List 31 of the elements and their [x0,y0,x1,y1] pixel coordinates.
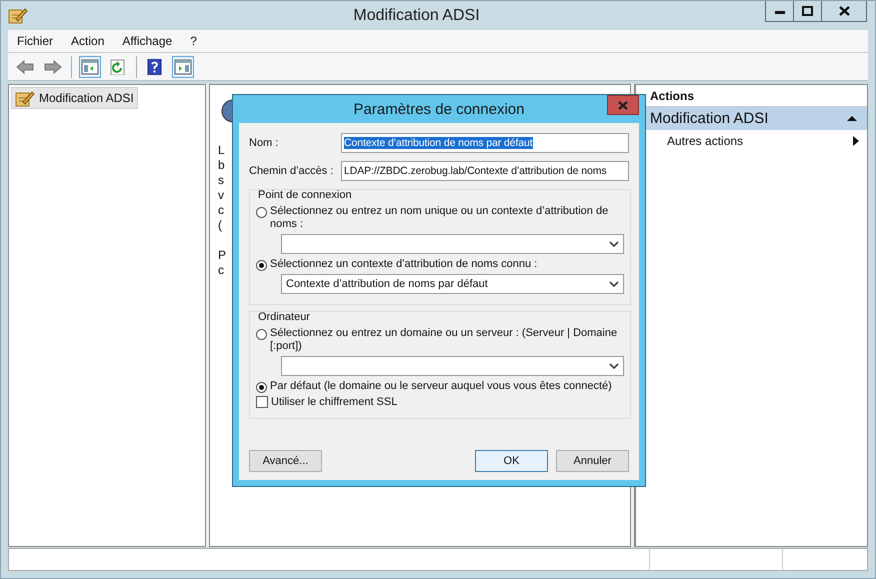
tree-item[interactable]: Modification ADSI [11,87,138,109]
field-label: Chemin d’accès : [249,165,334,177]
text-fragment: b [218,158,226,173]
group-title: Ordinateur [258,311,311,323]
dialog-title: Paramètres de connexion [352,100,526,118]
action-link[interactable]: Autres actions [636,130,867,152]
group-title: Point de connexion [258,189,353,201]
option-label: Sélectionnez un contexte d’attribution de noms connu : [270,258,538,271]
text-fragment: c [218,263,225,278]
text-fragment: ( [218,218,223,233]
text-fragment: s [218,173,225,188]
option-label: Sélectionnez ou entrez un nom unique ou un contexte d’attribution de noms : [270,205,610,231]
text-fragment: c [218,203,225,218]
text-field[interactable]: Contexte d’attribution de noms par défaut [341,133,629,153]
text-fragment: P [218,248,226,263]
text-fragment: L [218,143,226,158]
option-label: Sélectionnez ou entrez un domaine ou un serveur : (Serveur | Domaine [:port]) [270,327,618,353]
dropdown[interactable]: Contexte d’attribution de noms par défaut [281,274,624,294]
menu-item[interactable]: Action [62,34,114,48]
dialog-button[interactable]: Avancé... [249,450,322,472]
dialog-button[interactable]: OK [475,450,548,472]
option-label: Par défaut (le domaine ou le serveur auquel vous vous êtes connecté) [270,380,613,393]
menu-item[interactable]: ? [181,34,206,48]
text-field[interactable]: LDAP://ZBDC.zerobug.lab/Contexte d’attribution de noms [341,161,629,181]
menu-item[interactable]: Fichier [8,34,62,48]
text-fragment: v [218,188,225,203]
option-label: Utiliser le chiffrement SSL [271,396,398,409]
dialog-button[interactable]: Annuler [556,450,629,472]
menu-item[interactable]: Affichage [113,34,182,48]
field-label: Nom : [249,137,280,149]
window-title: Modification ADSI [352,6,481,25]
